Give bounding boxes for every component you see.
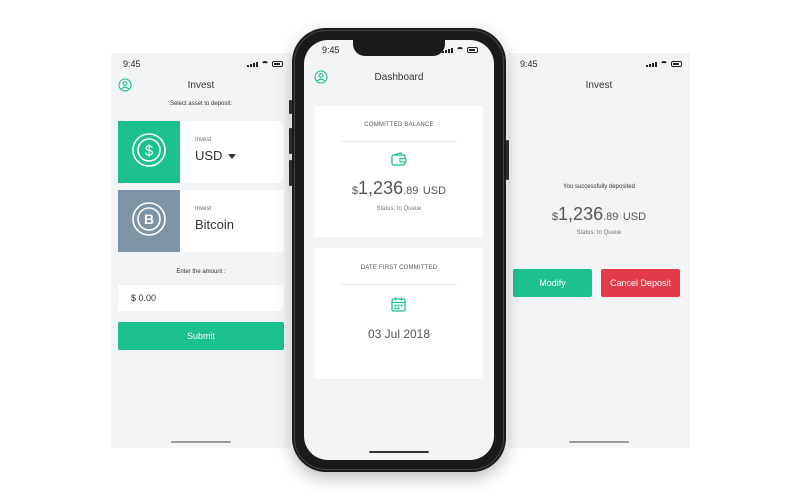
asset-card-bitcoin[interactable]: B Invest Bitcoin bbox=[118, 190, 284, 252]
status-time: 9:45 bbox=[322, 45, 340, 55]
battery-icon bbox=[467, 47, 478, 53]
card-heading: DATE FIRST COMMITTED bbox=[360, 265, 438, 271]
system-icons bbox=[247, 61, 283, 67]
bitcoin-text: Invest Bitcoin bbox=[195, 206, 234, 232]
status-time: 9:45 bbox=[123, 59, 141, 69]
status-time: 9:45 bbox=[520, 59, 538, 69]
dashboard-screen: 9:45 Dashboard COMMITTED BALANCE $1,236.… bbox=[304, 40, 494, 460]
phone-side-button bbox=[506, 140, 509, 180]
asset-card-usd[interactable]: $ Invest USD bbox=[118, 121, 284, 183]
home-indicator bbox=[569, 441, 629, 443]
usd-tile: $ bbox=[118, 121, 180, 183]
battery-icon bbox=[671, 61, 682, 67]
select-asset-prompt: Select asset to deposit: bbox=[169, 101, 233, 107]
status-text: Status: In Queue bbox=[576, 230, 622, 236]
date-committed-card: DATE FIRST COMMITTED 03 Jul 2018 bbox=[315, 248, 483, 379]
calendar-icon bbox=[391, 297, 406, 317]
system-icons bbox=[646, 61, 682, 67]
deposit-success-screen: 9:45 Invest You successfully deposited $… bbox=[508, 53, 690, 448]
page-title: Invest bbox=[585, 80, 613, 91]
amount-decimal: .89 bbox=[403, 185, 419, 197]
submit-button[interactable]: Submit bbox=[118, 322, 284, 350]
signal-icon bbox=[646, 62, 657, 67]
asset-invest-label: Invest bbox=[195, 137, 212, 143]
amount-unit: USD bbox=[422, 185, 447, 197]
battery-icon bbox=[272, 61, 283, 67]
page-title: Dashboard bbox=[374, 72, 424, 83]
bitcoin-coin-icon: B bbox=[131, 201, 167, 242]
bitcoin-tile: B bbox=[118, 190, 180, 252]
home-indicator bbox=[369, 451, 429, 453]
wifi-icon bbox=[660, 61, 668, 67]
first-committed-date: 03 Jul 2018 bbox=[367, 327, 431, 341]
phone-side-button bbox=[289, 128, 292, 154]
svg-text:$: $ bbox=[145, 142, 154, 159]
amount-input[interactable] bbox=[118, 285, 284, 311]
home-indicator bbox=[171, 441, 231, 443]
wallet-icon bbox=[391, 152, 407, 172]
divider bbox=[341, 284, 457, 285]
currency-dropdown[interactable]: USD bbox=[195, 148, 237, 163]
system-icons bbox=[442, 47, 478, 53]
status-bar: 9:45 bbox=[322, 45, 478, 57]
card-heading: COMMITTED BALANCE bbox=[364, 122, 434, 128]
status-bar: 9:45 bbox=[520, 59, 682, 71]
cancel-deposit-button[interactable]: Cancel Deposit bbox=[601, 269, 680, 297]
phone-frame: 9:45 Dashboard COMMITTED BALANCE $1,236.… bbox=[289, 28, 509, 472]
status-text: Status: In Queue bbox=[376, 206, 422, 212]
wifi-icon bbox=[456, 47, 464, 53]
amount-integer: 1,236 bbox=[558, 204, 604, 224]
phone-side-button bbox=[289, 160, 292, 186]
status-bar: 9:45 bbox=[123, 59, 283, 71]
success-message: You successfully deposited bbox=[563, 184, 635, 190]
dollar-coin-icon: $ bbox=[131, 132, 167, 173]
amount-integer: 1,236 bbox=[358, 178, 404, 198]
caret-down-icon bbox=[228, 154, 237, 160]
committed-balance-amount: $1,236.89 USD bbox=[315, 178, 483, 199]
currency-value: USD bbox=[195, 148, 223, 163]
asset-name: Bitcoin bbox=[195, 217, 235, 232]
amount-unit: USD bbox=[622, 211, 647, 223]
deposited-amount: $1,236.89 USD bbox=[508, 204, 690, 225]
amount-decimal: .89 bbox=[603, 211, 619, 223]
invest-select-screen: 9:45 Invest Select asset to deposit: $ I… bbox=[111, 53, 291, 448]
svg-text:B: B bbox=[144, 211, 154, 227]
wifi-icon bbox=[261, 61, 269, 67]
page-title: Invest bbox=[187, 80, 215, 91]
usd-text: Invest USD bbox=[195, 137, 237, 163]
phone-side-button bbox=[289, 100, 292, 114]
signal-icon bbox=[247, 62, 258, 67]
committed-balance-card: COMMITTED BALANCE $1,236.89 USD Status: … bbox=[315, 106, 483, 237]
modify-button[interactable]: Modify bbox=[513, 269, 592, 297]
asset-invest-label: Invest bbox=[195, 206, 212, 212]
signal-icon bbox=[442, 48, 453, 53]
amount-label: Enter the amount : bbox=[176, 269, 226, 275]
divider bbox=[341, 141, 457, 142]
